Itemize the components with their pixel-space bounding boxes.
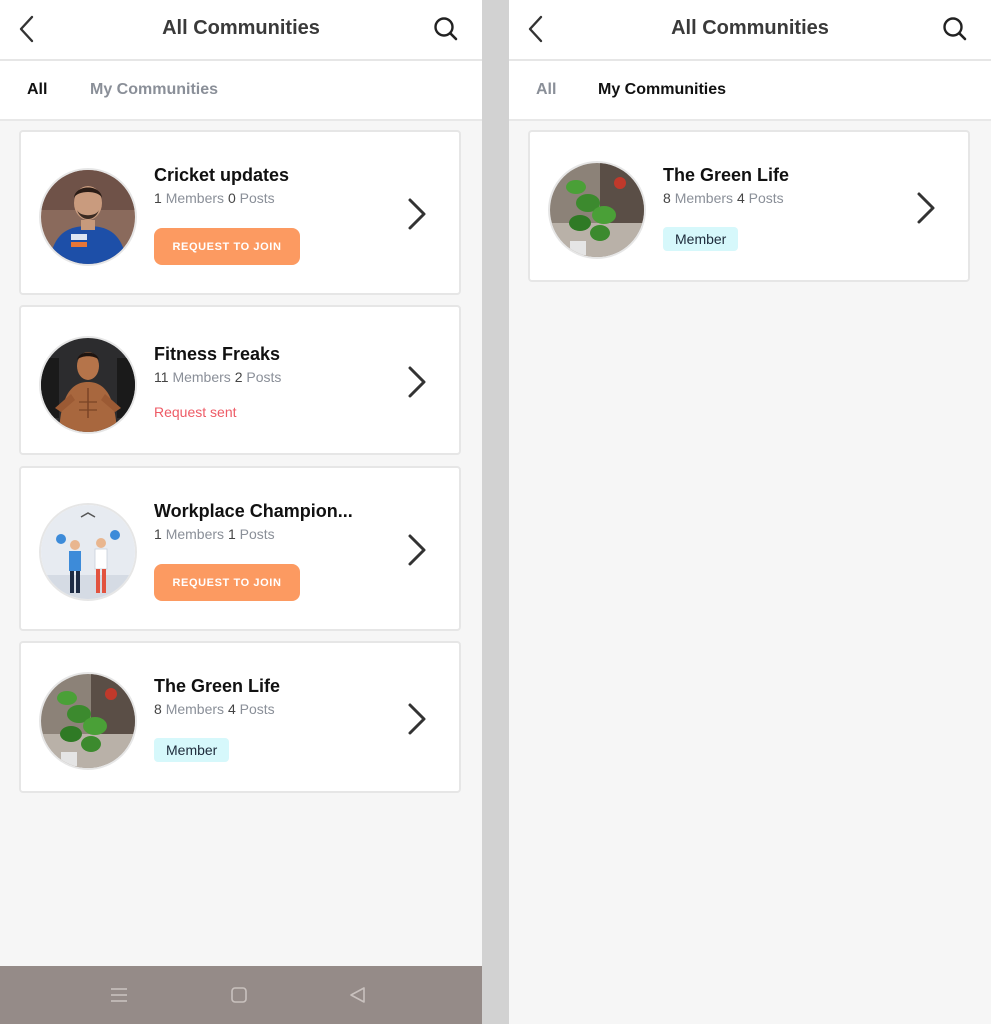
community-card-fitness-freaks[interactable]: Fitness Freaks 11 Members 2 Posts Reques… [19,305,461,455]
community-stats: 8 Members 4 Posts [663,190,784,206]
community-avatar [41,170,135,264]
tab-all[interactable]: All [536,61,556,119]
communities-screen-all: All Communities All My Communities Crick… [0,0,482,1024]
member-count: 11 [154,369,169,385]
community-name: The Green Life [154,676,281,696]
app-bar: All Communities [0,0,482,61]
community-name: Cricket updates [154,165,290,185]
search-button[interactable] [430,13,462,45]
request-sent-status: Request sent [154,404,237,420]
members-label: Members [674,190,734,206]
posts-label: Posts [239,190,275,206]
home-square-icon[interactable] [227,983,251,1007]
page-title: All Communities [671,17,829,39]
member-count: 8 [154,701,162,717]
posts-label: Posts [748,190,784,206]
chevron-right-icon[interactable] [405,701,429,737]
community-card-the-green-life[interactable]: The Green Life 8 Members 4 Posts Member [19,641,461,793]
system-nav-bar [0,966,482,1024]
member-count: 1 [154,526,162,542]
community-name: Fitness Freaks [154,344,281,364]
search-icon [943,17,967,41]
member-badge: Member [663,227,739,251]
tab-bar: All My Communities [509,61,991,121]
member-count: 8 [663,190,671,206]
post-count: 4 [227,701,236,717]
posts-label: Posts [239,526,275,542]
community-card-the-green-life[interactable]: The Green Life 8 Members 4 Posts Member [528,130,970,282]
community-stats: 8 Members 4 Posts [154,701,275,717]
community-stats: 1 Members 0 Posts [154,190,275,206]
community-avatar [41,674,135,768]
community-stats: 11 Members 2 Posts [154,369,281,385]
tab-my-communities[interactable]: My Communities [598,61,726,119]
member-badge: Member [154,738,230,762]
posts-label: Posts [246,369,282,385]
members-label: Members [165,701,225,717]
community-name: The Green Life [663,165,790,185]
search-icon [434,17,458,41]
tab-my-communities[interactable]: My Communities [90,61,218,119]
communities-screen-my: All Communities All My Communities The G… [509,0,991,1024]
community-avatar [550,163,644,257]
back-button[interactable] [12,12,42,46]
app-bar: All Communities [509,0,991,61]
search-button[interactable] [939,13,971,45]
community-card-cricket-updates[interactable]: Cricket updates 1 Members 0 Posts REQUES… [19,130,461,295]
back-triangle-icon[interactable] [346,983,370,1007]
community-stats: 1 Members 1 Posts [154,526,275,542]
community-avatar [41,505,135,599]
page-title: All Communities [162,17,320,39]
chevron-right-icon[interactable] [405,196,429,232]
chevron-left-icon [528,15,543,43]
community-name: Workplace Champion... [154,501,353,521]
chevron-right-icon[interactable] [914,190,938,226]
community-card-workplace-champion[interactable]: Workplace Champion... 1 Members 1 Posts … [19,466,461,631]
post-count: 2 [234,369,243,385]
request-to-join-button[interactable]: REQUEST TO JOIN [154,564,300,601]
members-label: Members [165,190,225,206]
chevron-right-icon[interactable] [405,364,429,400]
tab-all[interactable]: All [27,61,47,119]
post-count: 0 [227,190,236,206]
request-to-join-button[interactable]: REQUEST TO JOIN [154,228,300,265]
members-label: Members [172,369,231,385]
member-count: 1 [154,190,162,206]
menu-icon[interactable] [107,983,131,1007]
chevron-left-icon [19,15,34,43]
chevron-right-icon[interactable] [405,532,429,568]
members-label: Members [165,526,225,542]
tab-bar: All My Communities [0,61,482,121]
posts-label: Posts [239,701,275,717]
back-button[interactable] [521,12,551,46]
post-count: 4 [736,190,745,206]
community-avatar [41,338,135,432]
post-count: 1 [227,526,236,542]
